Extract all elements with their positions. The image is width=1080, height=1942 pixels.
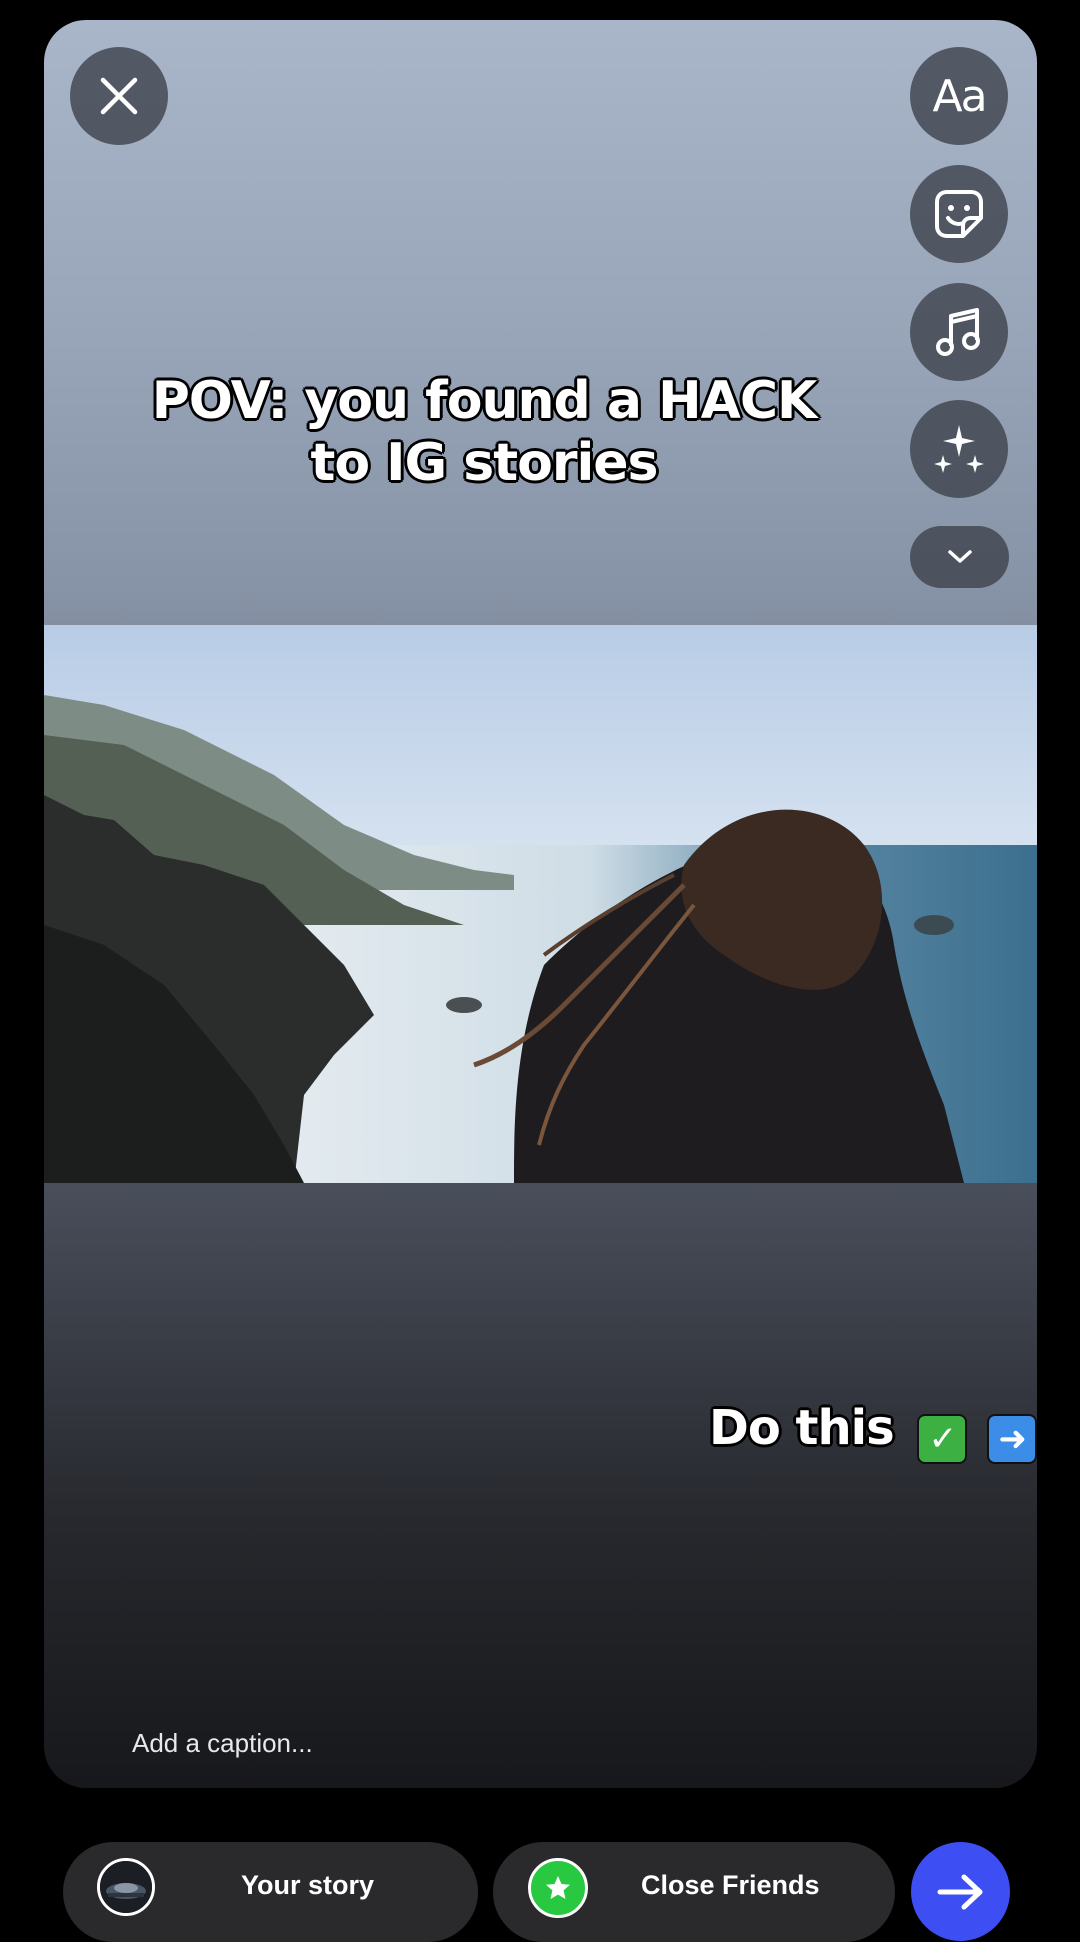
your-story-button[interactable]: Your story (63, 1842, 478, 1942)
story-photo[interactable] (44, 625, 1037, 1183)
effects-icon (934, 425, 984, 473)
music-icon (936, 308, 980, 356)
story-canvas[interactable]: POV: you found a HACK to IG stories Do t… (44, 20, 1037, 1788)
close-friends-button[interactable]: Close Friends (493, 1842, 895, 1942)
chevron-down-icon (947, 550, 972, 563)
close-friends-label: Close Friends (641, 1870, 820, 1900)
close-button[interactable] (70, 47, 168, 145)
overlay-text-top[interactable]: POV: you found a HACK to IG stories (134, 370, 834, 495)
overlay-text-bottom[interactable]: Do this ✓ ➜ (709, 1400, 1037, 1464)
text-icon: Aa (932, 70, 987, 122)
check-emoji-icon: ✓ (917, 1414, 968, 1464)
text-tool-button[interactable]: Aa (910, 47, 1008, 145)
arrow-emoji-icon: ➜ (987, 1414, 1037, 1464)
caption-input[interactable]: Add a caption... (132, 1728, 313, 1759)
overlay-text-bottom-label: Do this (709, 1400, 895, 1456)
next-button[interactable] (911, 1842, 1010, 1941)
sticker-icon (935, 190, 983, 238)
more-tools-button[interactable] (910, 526, 1009, 588)
your-story-label: Your story (241, 1870, 375, 1900)
star-icon (528, 1858, 588, 1918)
avatar (97, 1858, 155, 1916)
effects-tool-button[interactable] (910, 400, 1008, 498)
close-icon (100, 77, 138, 115)
music-tool-button[interactable] (910, 283, 1008, 381)
sticker-tool-button[interactable] (910, 165, 1008, 263)
arrow-right-icon (937, 1874, 982, 1909)
